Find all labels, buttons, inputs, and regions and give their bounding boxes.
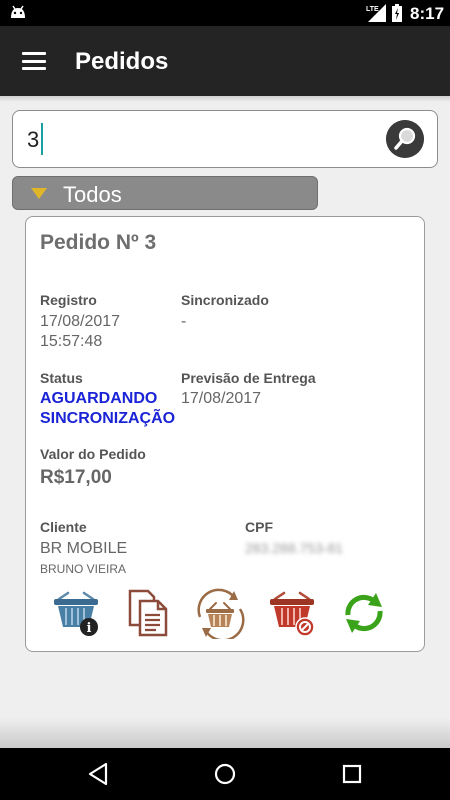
sincronizado-label: Sincronizado — [181, 292, 269, 308]
refresh-icon[interactable] — [338, 587, 390, 639]
cliente-contact: BRUNO VIEIRA — [40, 562, 127, 576]
order-card[interactable]: Pedido Nº 3 Registro 17/08/2017 15:57:48… — [25, 216, 425, 652]
android-icon — [11, 5, 25, 18]
basket-sync-icon[interactable] — [194, 587, 246, 639]
status-value-line2: SINCRONIZAÇÃO — [40, 410, 176, 427]
app-bar: Pedidos — [0, 26, 450, 96]
search-button[interactable] — [386, 120, 424, 158]
cpf-label: CPF — [245, 519, 273, 535]
text-caret — [41, 123, 43, 155]
hamburger-menu-icon[interactable] — [22, 52, 46, 70]
valor-label: Valor do Pedido — [40, 446, 146, 462]
status-time: 8:17 — [410, 4, 445, 23]
previsao-value: 17/08/2017 — [181, 390, 262, 407]
order-title: Pedido Nº 3 — [40, 231, 157, 254]
sincronizado-value: - — [181, 313, 187, 330]
recents-icon[interactable] — [340, 762, 364, 786]
registro-label: Registro — [40, 292, 97, 308]
copy-document-icon[interactable] — [122, 587, 174, 639]
battery-icon — [392, 4, 402, 22]
basket-cancel-icon[interactable] — [266, 587, 318, 639]
status-value-line1: AGUARDANDO — [40, 390, 158, 407]
status-label: Status — [40, 370, 83, 386]
registro-time: 15:57:48 — [40, 333, 103, 350]
cliente-name: BR MOBILE — [40, 540, 128, 557]
valor-value: R$17,00 — [40, 467, 112, 488]
filter-label: Todos — [63, 182, 122, 207]
basket-info-icon[interactable]: i — [50, 587, 102, 639]
filter-dropdown[interactable]: Todos — [12, 176, 318, 210]
search-value: 3 — [27, 127, 40, 152]
back-icon[interactable] — [86, 762, 110, 786]
page-title: Pedidos — [75, 48, 169, 75]
triangle-down-icon — [31, 188, 47, 199]
app-bar-shadow — [0, 96, 450, 102]
previsao-label: Previsão de Entrega — [181, 370, 316, 386]
status-bar: LTE 8:17 — [0, 0, 450, 26]
bottom-shadow — [0, 718, 450, 748]
search-input[interactable]: 3 — [12, 110, 438, 168]
lte-signal-icon: LTE — [366, 4, 386, 22]
home-icon[interactable] — [213, 762, 237, 786]
svg-text:i: i — [87, 621, 92, 636]
cliente-label: Cliente — [40, 519, 87, 535]
order-actions: i — [26, 587, 426, 643]
registro-date: 17/08/2017 — [40, 313, 121, 330]
navigation-bar — [0, 748, 450, 800]
lte-label: LTE — [366, 6, 379, 13]
cpf-value: 283.288.753-81 — [245, 540, 344, 556]
